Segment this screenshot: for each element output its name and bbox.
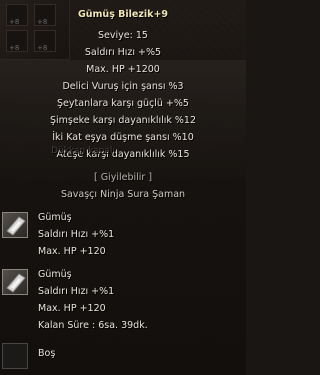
socket-stone-name: Gümüş xyxy=(38,212,72,223)
socket-stone-name: Gümüş xyxy=(38,269,72,280)
wearable-label: [ Giyilebilir ] xyxy=(93,172,153,183)
silver-stone-icon xyxy=(2,212,28,238)
item-stat: Saldırı Hızı +%5 xyxy=(84,47,162,58)
item-name: Gümüş Bilezik+9 xyxy=(77,9,169,20)
socket-stat: Max. HP +120 xyxy=(38,246,106,257)
game-screen: +8 +8 +8 +8 Gümüş Bilezik+9 Seviye: 15 S… xyxy=(0,0,246,375)
background-shop-label: Dükkan kapalı xyxy=(51,146,115,156)
item-stat: Delici Vuruş için şansı %3 xyxy=(62,81,184,92)
socket-stat: Saldırı Hızı +%1 xyxy=(38,229,115,240)
socket-remaining-time: Kalan Süre : 6sa. 39dk. xyxy=(38,320,148,331)
item-stat: Şeytanlara karşı güçlü +%5 xyxy=(57,98,189,109)
item-stat: Şimşeke karşı dayanıklılık %12 xyxy=(49,115,197,126)
empty-socket-icon xyxy=(2,343,28,369)
class-list: Savaşçı Ninja Sura Şaman xyxy=(60,189,186,200)
socket-empty-label: Boş xyxy=(38,348,56,359)
item-stat: Max. HP +1200 xyxy=(86,64,160,75)
item-stat: İki Kat eşya düşme şansı %10 xyxy=(52,132,194,143)
silver-stone-icon xyxy=(2,269,28,295)
item-level: Seviye: 15 xyxy=(98,30,148,41)
socket-stat: Max. HP +120 xyxy=(38,303,106,314)
item-tooltip: Gümüş Bilezik+9 Seviye: 15 Saldırı Hızı … xyxy=(0,0,246,375)
socket-stat: Saldırı Hızı +%1 xyxy=(38,286,115,297)
